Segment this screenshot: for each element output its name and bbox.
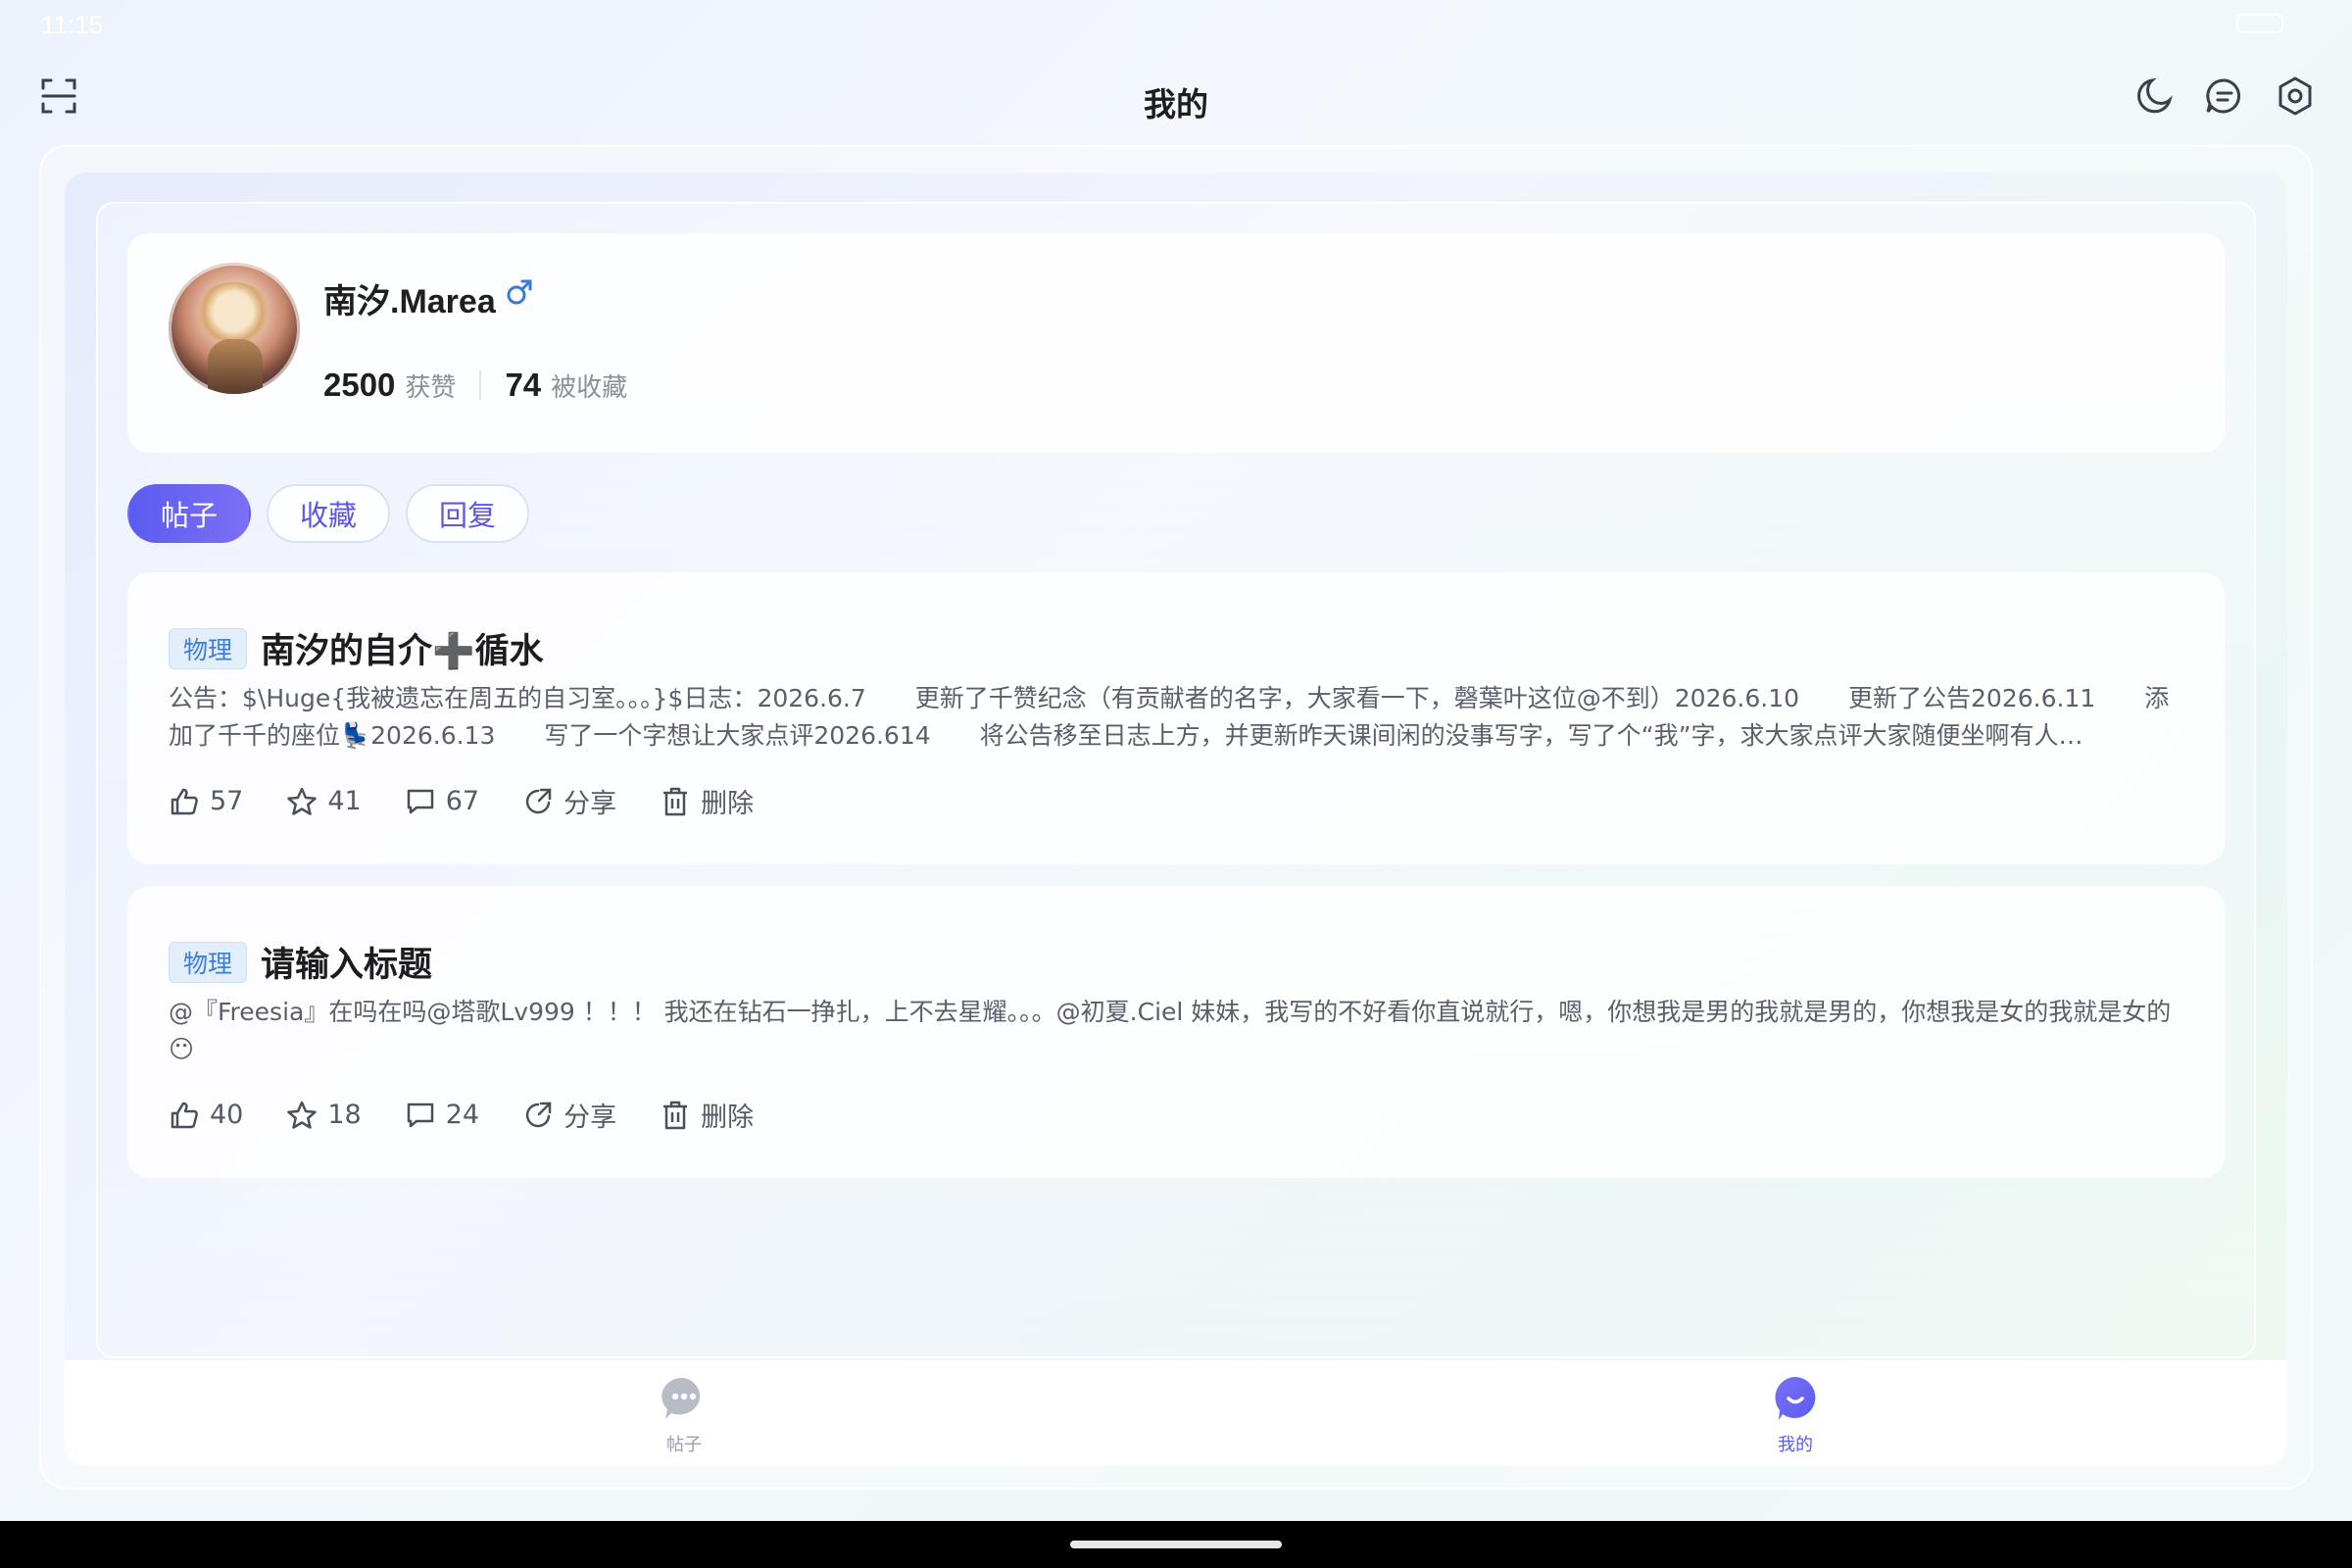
- home-indicator[interactable]: [1070, 1541, 1282, 1548]
- tab-favorites[interactable]: 收藏: [267, 484, 391, 543]
- comment-icon: [407, 789, 433, 813]
- male-icon: [507, 279, 532, 305]
- like-button[interactable]: 57: [169, 786, 243, 817]
- tab-posts[interactable]: 帖子: [127, 484, 252, 543]
- comment-button[interactable]: 67: [405, 786, 479, 817]
- thumbs-up-icon: [171, 1102, 198, 1128]
- post-header: 物理 南汐的自介➕循水: [169, 623, 544, 673]
- share-label: 分享: [564, 1102, 617, 1133]
- username: 南汐.Marea: [323, 283, 496, 320]
- post-card[interactable]: 物理 南汐的自介➕循水 公告：$\Huge{我被遗忘在周五的自习室。。。}$日志…: [127, 572, 2225, 864]
- nav-label: 我的: [1778, 1435, 1813, 1455]
- delete-button[interactable]: 删除: [660, 782, 754, 820]
- delete-label: 删除: [701, 1102, 755, 1133]
- thumbs-up-icon: [171, 788, 198, 814]
- page-title: 我的: [1144, 86, 1208, 122]
- trash-icon: [663, 787, 688, 815]
- favorites-count: 74: [505, 367, 542, 403]
- moon-icon[interactable]: [2132, 74, 2176, 118]
- post-title: 南汐的自介➕循水: [261, 632, 544, 671]
- likes-label: 获赞: [405, 373, 457, 403]
- profile-tabs: 帖子 收藏 回复: [127, 484, 530, 543]
- bottom-nav: 帖子 我的: [65, 1360, 2287, 1466]
- top-bar: 我的: [0, 59, 2352, 137]
- post-body: 公告：$\Huge{我被遗忘在周五的自习室。。。}$日志：2026.6.7 更新…: [169, 684, 2170, 750]
- star-button[interactable]: 18: [286, 1100, 362, 1131]
- trash-icon: [663, 1101, 688, 1129]
- tab-replies[interactable]: 回复: [406, 484, 530, 543]
- post-actions: 57 41 67 分享 删除: [169, 782, 797, 820]
- profile-card: 南汐.Marea 2500 获赞 74 被收藏: [127, 233, 2225, 453]
- chat-icon[interactable]: [2203, 74, 2246, 118]
- post-header: 物理 请输入标题: [169, 937, 432, 987]
- nav-label: 帖子: [666, 1435, 702, 1455]
- chat-bubble-dots-icon: [662, 1377, 701, 1419]
- post-tag[interactable]: 物理: [169, 627, 248, 669]
- status-indicators: [2236, 14, 2283, 33]
- likes-count: 2500: [323, 367, 396, 403]
- post-body: @『Freesia』在吗在吗@塔歌Lv999 ！！！ 我还在钻石一挣扎，上不去星…: [169, 998, 2172, 1063]
- share-icon: [525, 788, 552, 813]
- star-count: 41: [327, 786, 362, 816]
- star-icon: [287, 1101, 318, 1129]
- post-card[interactable]: 物理 请输入标题 @『Freesia』在吗在吗@塔歌Lv999 ！！！ 我还在钻…: [127, 886, 2225, 1178]
- stats-divider: [479, 370, 482, 400]
- settings-icon[interactable]: [2274, 74, 2317, 118]
- like-button[interactable]: 40: [169, 1100, 243, 1131]
- profile-stats: 2500 获赞 74 被收藏: [323, 367, 627, 404]
- star-button[interactable]: 41: [286, 786, 362, 817]
- comment-count: 24: [445, 1100, 480, 1130]
- share-icon: [525, 1102, 552, 1127]
- battery-icon: [2236, 14, 2283, 33]
- comment-icon: [407, 1102, 433, 1127]
- top-actions: [2132, 74, 2317, 118]
- delete-button[interactable]: 删除: [660, 1096, 754, 1134]
- profile-smile-icon: [1775, 1377, 1816, 1420]
- like-count: 40: [210, 1100, 244, 1130]
- star-count: 18: [327, 1100, 362, 1130]
- star-icon: [287, 787, 318, 815]
- nav-item-posts[interactable]: 帖子: [625, 1374, 743, 1456]
- like-count: 57: [210, 786, 244, 816]
- share-button[interactable]: 分享: [522, 1096, 616, 1134]
- nav-item-mine[interactable]: 我的: [1737, 1374, 1854, 1456]
- post-tag[interactable]: 物理: [169, 941, 248, 983]
- favorites-label: 被收藏: [551, 373, 628, 403]
- system-nav-bar: [0, 1521, 2352, 1568]
- comment-button[interactable]: 24: [405, 1100, 479, 1131]
- delete-label: 删除: [701, 789, 755, 819]
- avatar[interactable]: [169, 263, 300, 394]
- comment-count: 67: [445, 786, 480, 816]
- share-button[interactable]: 分享: [522, 782, 616, 820]
- post-title: 请输入标题: [261, 946, 433, 985]
- status-time: 11:15: [41, 10, 104, 39]
- share-label: 分享: [564, 789, 617, 819]
- post-actions: 40 18 24 分享 删除: [169, 1096, 797, 1134]
